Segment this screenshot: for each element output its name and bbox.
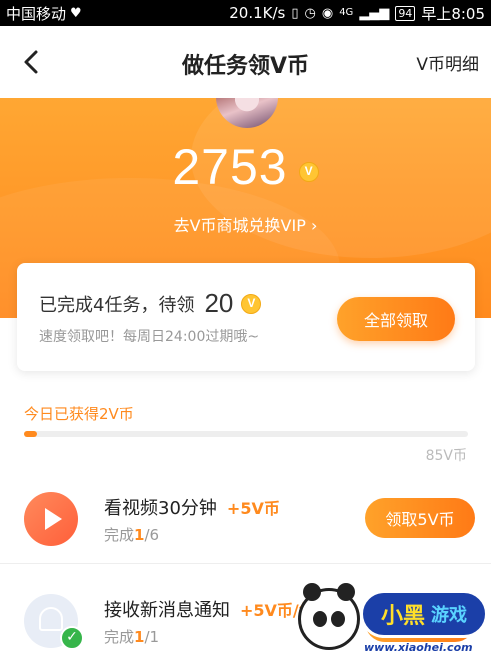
network-speed: 20.1K/s: [229, 4, 286, 22]
chevron-right-icon: ›: [310, 216, 318, 235]
claim-task-button[interactable]: 领取5V币: [365, 498, 475, 538]
pending-rewards-card: 已完成4任务，待领 20 V 速度领取吧！每周日24:00过期哦~ 全部领取: [17, 263, 475, 371]
v-coin-icon: V: [298, 162, 319, 182]
signal-bars-icon: ▂▄▆: [359, 5, 390, 21]
panda-logo-icon: [298, 583, 360, 650]
watermark-brand2: 游戏: [431, 605, 467, 626]
balance-display: 2753 V: [0, 138, 491, 196]
task-progress-prefix: 完成: [104, 628, 135, 646]
balance-amount: 2753: [172, 139, 288, 195]
pending-amount: 20: [204, 288, 234, 318]
expiry-hint: 速度领取吧！每周日24:00过期哦~: [39, 329, 260, 345]
task-icon: ✓: [24, 594, 84, 650]
coin-detail-link[interactable]: V币明细: [416, 50, 479, 75]
signal-icon: 4G: [339, 7, 354, 18]
task-progress-prefix: 完成: [104, 526, 135, 544]
progress-fill: [24, 431, 38, 437]
shop-link-label: 去V币商城兑换VIP: [173, 216, 306, 235]
watermark-url: www.xiaohei.com: [364, 641, 473, 654]
daily-progress-bar: [24, 431, 468, 437]
avatar[interactable]: [216, 98, 278, 128]
eye-icon: ◉: [321, 5, 334, 21]
task-title-text: 接收新消息通知: [104, 600, 230, 621]
watermark-logo: 小黑 游戏 www.xiaohei.com: [298, 583, 490, 658]
progress-max-label: 85V币: [425, 448, 467, 464]
watermark-badge: 小黑 游戏: [360, 590, 488, 638]
task-progress-done: 1: [134, 526, 145, 544]
task-title-text: 看视频30分钟: [104, 498, 217, 519]
vibrate-icon: ▯: [291, 5, 299, 21]
clock: 早上8:05: [421, 4, 485, 23]
task-row: 看视频30分钟 +5V币 完成1/6 领取5V币: [0, 474, 491, 564]
status-bar: 中国移动 ♥ 20.1K/s ▯ ◷ ◉ 4G ▂▄▆ 94 早上8:05: [0, 0, 491, 26]
task-reward: +5V币: [226, 499, 280, 518]
bell-icon: [39, 607, 63, 631]
task-progress: 完成1/6: [104, 524, 159, 545]
watermark-brand: 小黑: [380, 604, 425, 629]
heart-icon: ♥: [70, 5, 82, 21]
task-progress-total: /6: [144, 526, 160, 544]
navigation-bar: 做任务领V币 V币明细: [0, 26, 491, 98]
task-title: 看视频30分钟 +5V币: [104, 494, 280, 520]
battery-icon: 94: [395, 5, 416, 21]
task-progress: 完成1/1: [104, 626, 159, 647]
pending-summary: 已完成4任务，待领 20 V: [39, 288, 262, 319]
claim-all-button[interactable]: 全部领取: [337, 297, 455, 341]
today-earned-label: 今日已获得2V币: [24, 405, 134, 423]
task-icon: [24, 492, 78, 546]
alarm-icon: ◷: [304, 5, 316, 21]
check-icon: ✓: [60, 626, 84, 650]
v-coin-icon: V: [241, 293, 262, 314]
carrier-label: 中国移动: [6, 4, 67, 23]
pending-text: 已完成4任务，待领: [39, 294, 195, 316]
play-icon: [45, 508, 62, 530]
shop-exchange-link[interactable]: 去V币商城兑换VIP ›: [0, 212, 491, 236]
task-title: 接收新消息通知 +5V币/每: [104, 596, 315, 622]
task-progress-done: 1: [134, 628, 145, 646]
task-progress-total: /1: [144, 628, 160, 646]
